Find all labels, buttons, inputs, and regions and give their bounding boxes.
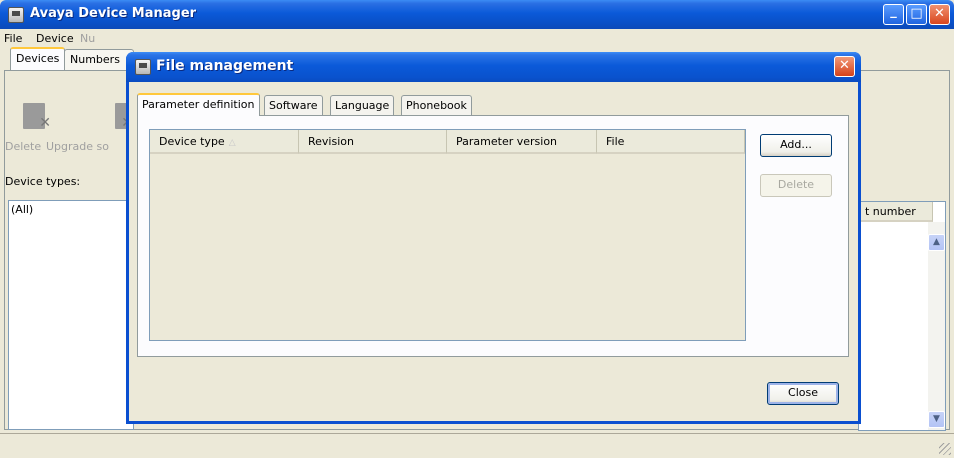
column-header-device-type[interactable]: Device type △ [150, 130, 299, 154]
column-header-revision[interactable]: Revision [299, 130, 447, 154]
scroll-down-icon[interactable]: ▼ [928, 411, 945, 428]
menu-numbers[interactable]: Nu [80, 32, 95, 45]
dialog-app-icon [135, 59, 151, 75]
file-management-dialog: File management ✕ Parameter definition S… [126, 52, 861, 424]
main-titlebar[interactable]: Avaya Device Manager _ □ ✕ [0, 0, 954, 29]
close-button[interactable]: ✕ [929, 4, 950, 25]
dialog-title: File management [156, 58, 294, 74]
menu-file[interactable]: File [4, 32, 22, 45]
column-header-label: Device type [159, 135, 225, 148]
minimize-button[interactable]: _ [883, 4, 904, 25]
add-button[interactable]: Add... [760, 134, 832, 157]
list-item[interactable]: (All) [9, 201, 133, 218]
main-window-title: Avaya Device Manager [30, 6, 197, 21]
scroll-up-icon[interactable]: ▲ [928, 234, 945, 251]
upgrade-toolbar-label[interactable]: Upgrade so [46, 140, 109, 153]
delete-device-icon[interactable] [23, 103, 51, 131]
parameter-definition-panel: Device type △ Revision Parameter version … [137, 115, 849, 357]
device-types-list[interactable]: (All) [8, 200, 134, 430]
tab-phonebook[interactable]: Phonebook [401, 95, 472, 115]
column-header-file[interactable]: File [597, 130, 745, 154]
status-bar [0, 433, 954, 458]
dialog-close-icon[interactable]: ✕ [834, 56, 855, 77]
delete-toolbar-label[interactable]: Delete [5, 140, 41, 153]
tab-numbers[interactable]: Numbers [64, 49, 134, 70]
column-header-parameter-version[interactable]: Parameter version [447, 130, 597, 154]
sort-ascending-icon: △ [228, 138, 236, 148]
device-types-label: Device types: [5, 175, 81, 188]
parameter-files-table[interactable]: Device type △ Revision Parameter version … [149, 129, 746, 341]
devices-table[interactable]: t number ▲ ▼ [858, 201, 946, 431]
close-dialog-button[interactable]: Close [767, 382, 839, 405]
delete-button[interactable]: Delete [760, 174, 832, 197]
app-icon [8, 7, 24, 23]
column-header-number[interactable]: t number [859, 202, 933, 222]
tab-parameter-definition[interactable]: Parameter definition [137, 93, 260, 116]
resize-grip-icon[interactable] [939, 443, 951, 455]
menubar: File Device Nu [0, 29, 954, 49]
tab-devices[interactable]: Devices [10, 47, 66, 70]
maximize-button[interactable]: □ [906, 4, 927, 25]
tab-language[interactable]: Language [330, 95, 395, 115]
tab-software[interactable]: Software [264, 95, 323, 115]
dialog-titlebar[interactable]: File management ✕ [126, 52, 861, 82]
dialog-body: Parameter definition Software Language P… [129, 82, 858, 421]
vertical-scrollbar[interactable]: ▲ ▼ [928, 222, 945, 430]
menu-device[interactable]: Device [36, 32, 74, 45]
